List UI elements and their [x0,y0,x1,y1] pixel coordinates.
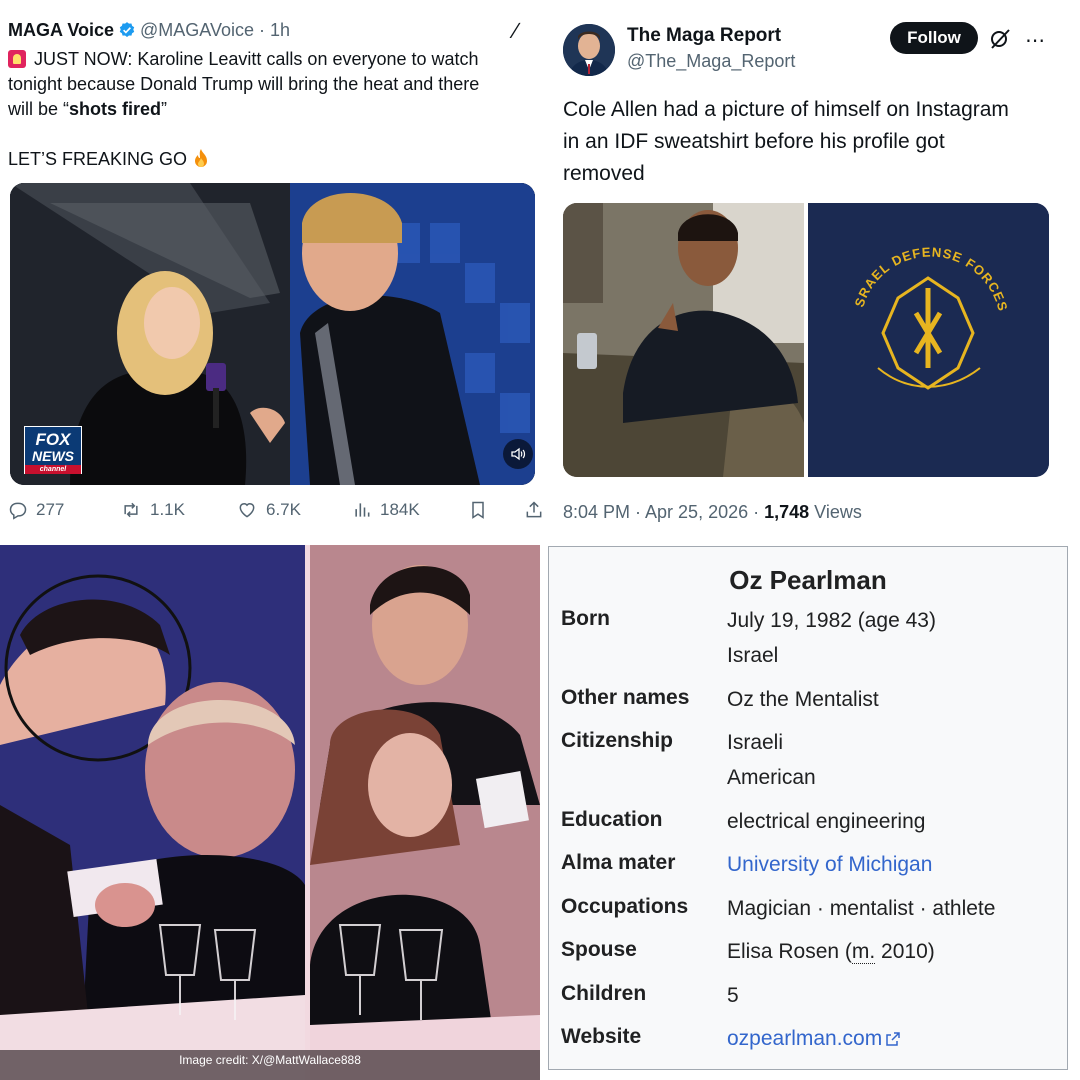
verified-badge-icon [119,22,135,37]
infobox-value: July 19, 1982 (age 43) Israel [727,603,1061,673]
logo-text: channel [25,465,81,474]
views-count: 1,748 [764,502,810,522]
infobox-label: Education [561,808,663,831]
photo-image [563,203,804,477]
tweet-text: JUST NOW: Karoline Leavitt calls on ever… [8,47,543,172]
event-photo: Image credit: X/@MattWallace888 [0,545,540,1080]
video-frame [10,183,535,485]
married-abbreviation[interactable]: m. [851,940,876,964]
infobox-label: Citizenship [561,729,674,752]
tweet-timestamp[interactable]: 8:04 PM · Apr 25, 2026 · [563,502,764,522]
view-count: 184K [380,500,420,519]
idf-emblem-image: ISRAEL DEFENSE FORCES [806,203,1049,477]
infobox-title: Oz Pearlman [729,565,887,595]
infobox-label: Website [561,1025,642,1048]
infobox-value: Magician · mentalist · athlete [727,891,1061,926]
tweet-maga-voice: MAGA Voice @MAGAVoice · 1h ∕ JUST NOW: Ka… [0,0,545,540]
views-chart-icon [355,503,370,517]
tweet-text-line: JUST NOW: Karoline Leavitt calls on ever… [34,49,479,69]
heart-icon [239,503,255,518]
tweet-text-line: LET’S FREAKING GO [8,149,188,169]
views-button[interactable]: 184K [352,498,420,522]
author-name[interactable]: MAGA Voice [8,20,114,40]
logo-text: NEWS [32,448,74,464]
reply-count: 277 [36,500,65,519]
grok-icon[interactable] [988,27,1012,51]
avatar[interactable] [563,24,615,76]
repost-button[interactable]: 1.1K [120,498,185,522]
tweet-text-line: removed [563,162,645,185]
tweet-maga-report: The Maga Report @The_Maga_Report Follow … [545,0,1080,540]
tweet-text-line: tonight because Donald Trump will bring … [8,74,480,94]
infobox-label: Children [561,982,647,1005]
children-value: 5 [727,984,739,1007]
photo-idf-sweatshirt[interactable]: ISRAEL DEFENSE FORCES [806,203,1049,477]
tweet-media[interactable]: ISRAEL DEFENSE FORCES [563,203,1049,477]
volume-button[interactable] [503,439,533,469]
alma-mater-link[interactable]: University of Michigan [727,847,1061,882]
infobox-value: Oz the Mentalist [727,682,1061,717]
grok-icon[interactable]: ∕ [514,18,518,44]
logo-text: FOX [35,430,71,449]
infobox-label: Alma mater [561,851,676,874]
tweet-actions: 277 1.1K 6.7K 184K [8,498,543,524]
occupations-value: Magician · mentalist · athlete [727,897,996,920]
infobox-label: Born [561,607,610,630]
tweet-text: Cole Allen had a picture of himself on I… [563,94,1068,190]
photo-man-on-couch[interactable] [563,203,804,477]
repost-icon [124,502,138,518]
avatar-image [563,24,615,76]
infobox-label: Spouse [561,938,637,961]
infobox-value: University of Michigan [727,847,1061,882]
tweet-header: MAGA Voice @MAGAVoice · 1h [8,20,290,41]
citizenship-value: American [727,766,816,789]
citizenship-value: Israeli [727,731,784,754]
repost-count: 1.1K [150,500,185,519]
education-value: electrical engineering [727,810,926,833]
reply-button[interactable]: 277 [8,498,64,522]
speaker-icon [511,447,526,461]
share-button[interactable] [524,498,544,522]
tweet-text-line: Cole Allen had a picture of himself on I… [563,98,1009,121]
infobox-value: Elisa Rosen (m. 2010) [727,934,1061,969]
tweet-text-bold: shots fired [69,99,162,119]
follow-button[interactable]: Follow [890,22,978,54]
tweet-text-fragment: ” [161,99,168,119]
wikipedia-infobox: Oz Pearlman Born July 19, 1982 (age 43) … [548,546,1068,1070]
author-handle-time[interactable]: @MAGAVoice · 1h [140,20,290,40]
author-handle[interactable]: @The_Maga_Report [627,51,795,72]
website-link[interactable]: ozpearlman.com [727,1027,882,1050]
siren-emoji-icon [8,50,26,68]
like-count: 6.7K [266,500,301,519]
more-options-icon[interactable]: ⋯ [1025,28,1046,53]
fire-emoji-icon [195,149,208,167]
infobox-value: Israeli American [727,725,1061,795]
share-icon [526,501,542,518]
infobox-label: Occupations [561,895,689,918]
tweet-text-line: in an IDF sweatshirt before his profile … [563,130,945,153]
infobox-value: ozpearlman.com [727,1021,1061,1056]
external-link-icon [886,1032,900,1046]
event-photo-image [0,545,540,1080]
infobox-label: Other names [561,686,690,709]
video-thumbnail[interactable]: FOX NEWS channel [10,183,535,485]
infobox-value: 5 [727,978,1061,1013]
spouse-year: 2010) [875,940,935,963]
bookmark-button[interactable] [468,498,488,522]
tweet-text-fragment: will be “ [8,99,70,119]
other-names-value: Oz the Mentalist [727,688,879,711]
author-name[interactable]: The Maga Report [627,25,781,47]
infobox-value: electrical engineering [727,804,1061,839]
like-button[interactable]: 6.7K [236,498,301,522]
image-credit: Image credit: X/@MattWallace888 [179,1053,361,1067]
born-date: July 19, 1982 (age 43) [727,609,936,632]
spouse-name: Elisa Rosen ( [727,940,852,963]
born-place: Israel [727,644,779,667]
views-label: Views [809,502,862,522]
bookmark-icon [472,501,484,519]
tweet-meta: 8:04 PM · Apr 25, 2026 · 1,748 Views [563,502,862,523]
fox-news-logo: FOX NEWS channel [24,426,82,474]
reply-icon [9,502,27,520]
